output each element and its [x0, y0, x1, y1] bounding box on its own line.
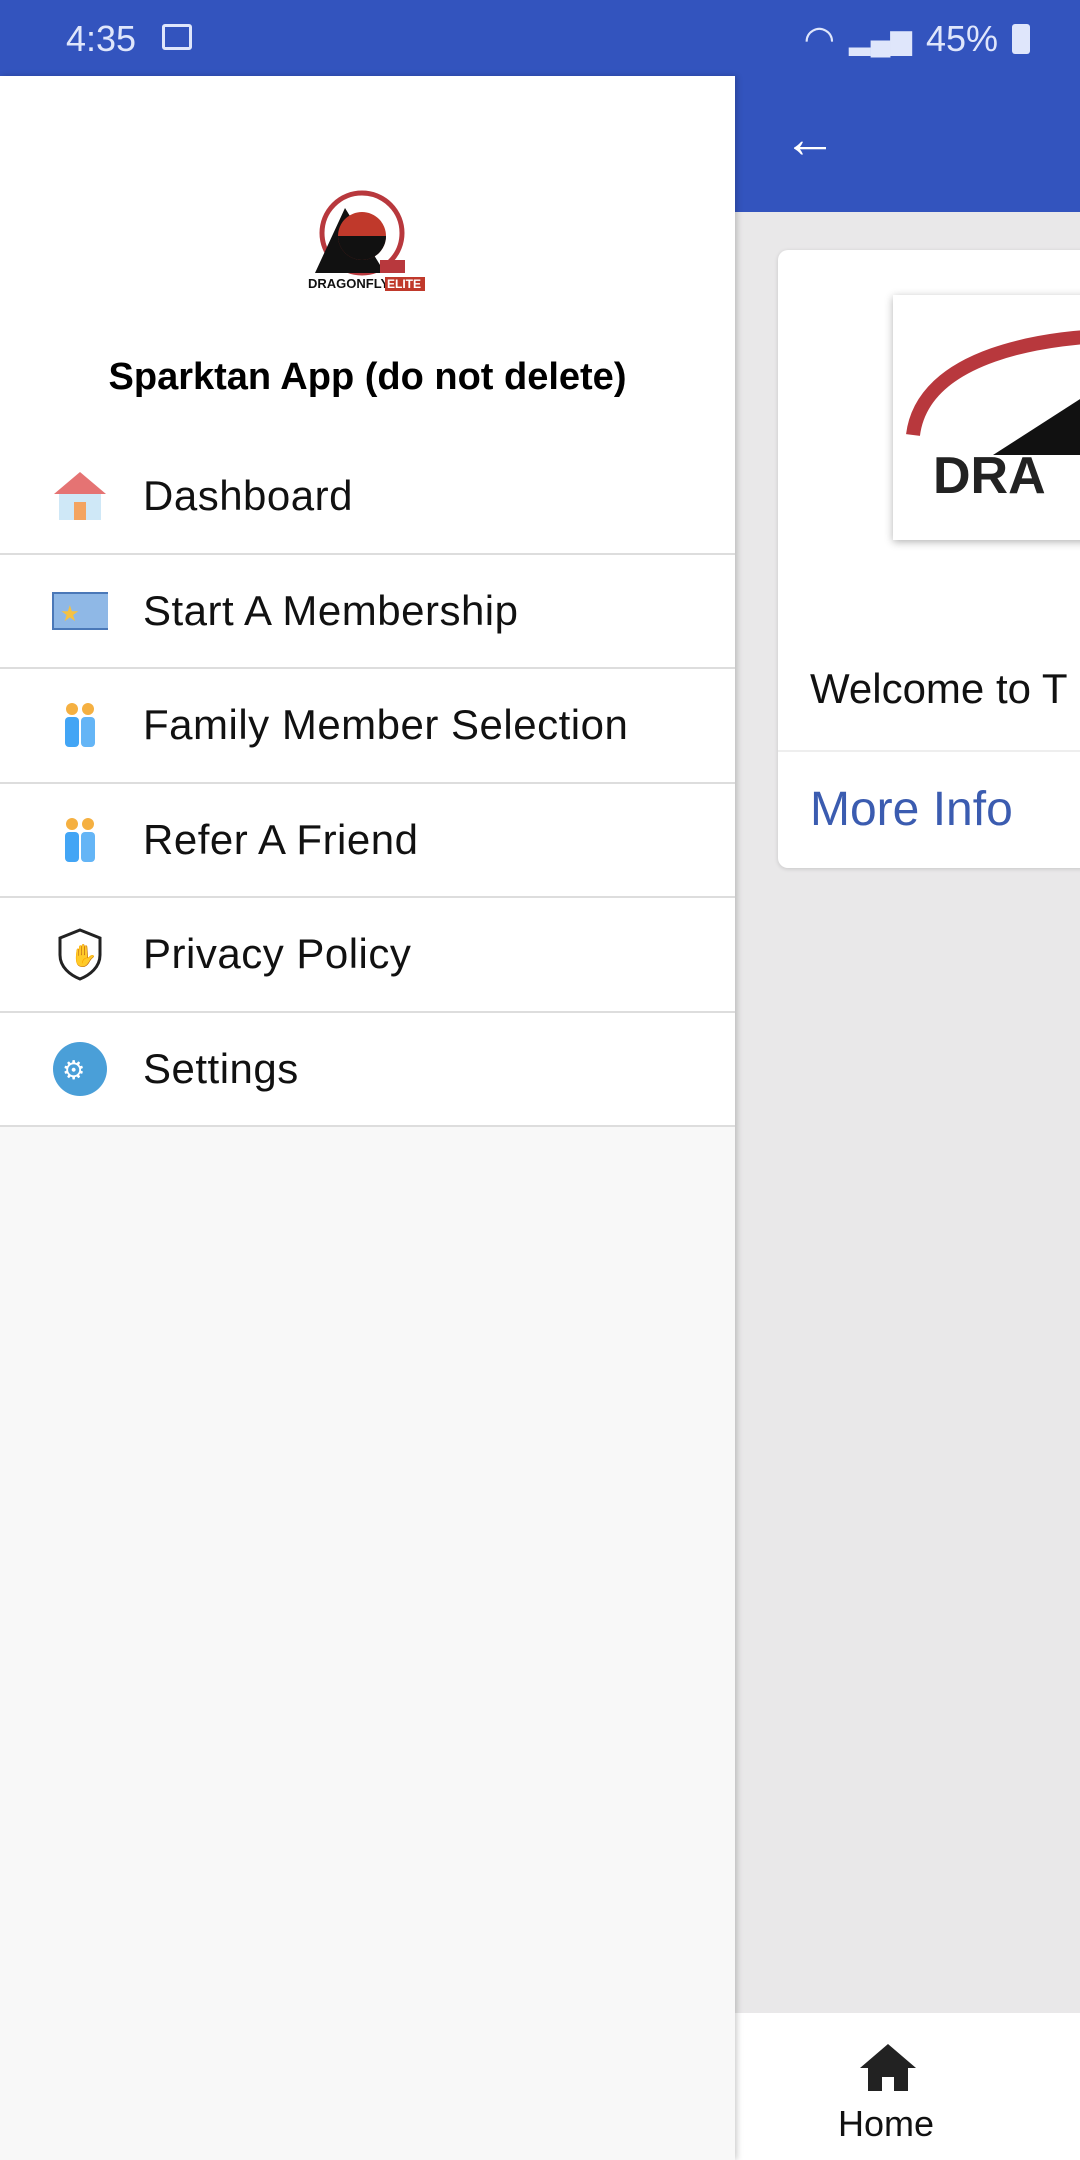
drawer-item-start-membership[interactable]: ★ Start A Membership: [0, 554, 735, 669]
svg-text:DRA: DRA: [933, 447, 1046, 505]
more-info-link[interactable]: More Info: [810, 782, 1013, 837]
drawer-item-label: Start A Membership: [143, 586, 519, 634]
house-icon: [52, 468, 108, 524]
membership-card-icon: ★: [52, 583, 108, 639]
status-bar: 4:35 ◠ ▂▄▆ 45%: [0, 0, 1080, 76]
status-time: 4:35: [66, 18, 137, 59]
navigation-drawer: DRAGONFLY ELITE Sparktan App (do not del…: [0, 76, 735, 2160]
drawer-item-family-member-selection[interactable]: Family Member Selection: [0, 669, 735, 784]
home-icon[interactable]: [857, 2041, 919, 2093]
back-arrow-icon[interactable]: ←: [783, 112, 837, 166]
drawer-item-label: Family Member Selection: [143, 701, 629, 749]
image-notification-icon: [162, 24, 192, 50]
drawer-item-label: Dashboard: [143, 472, 353, 520]
drawer-title: Sparktan App (do not delete): [108, 356, 627, 398]
svg-text:✋: ✋: [70, 943, 97, 968]
home-tab-label[interactable]: Home: [838, 2103, 934, 2145]
battery-icon: [1012, 24, 1030, 54]
family-icon: [52, 697, 108, 753]
app-bar: ←: [735, 76, 1080, 212]
bottom-nav: Home: [735, 2013, 1080, 2160]
card-logo-image: DRA: [893, 295, 1080, 540]
welcome-card: DRA Welcome to T More Info: [778, 250, 1080, 868]
drawer-item-refer-a-friend[interactable]: Refer A Friend: [0, 783, 735, 898]
drawer-item-settings[interactable]: ⚙ Settings: [0, 1012, 735, 1127]
gears-icon: ⚙: [52, 1041, 108, 1097]
dragonfly-logo-partial: DRA: [906, 330, 1080, 505]
shield-hand-icon: ✋: [52, 926, 108, 982]
signal-icon: ▂▄▆: [849, 23, 912, 55]
drawer-item-label: Refer A Friend: [143, 815, 419, 863]
drawer-item-label: Settings: [143, 1044, 299, 1092]
wifi-icon: ◠: [803, 18, 836, 59]
drawer-item-privacy-policy[interactable]: ✋ Privacy Policy: [0, 898, 735, 1013]
drawer-header: DRAGONFLY ELITE Sparktan App (do not del…: [0, 76, 735, 440]
welcome-text: Welcome to T: [810, 665, 1068, 712]
drawer-item-label: Privacy Policy: [143, 930, 412, 978]
svg-text:⚙: ⚙: [62, 1055, 85, 1085]
svg-text:DRAGONFLY: DRAGONFLY: [308, 276, 389, 291]
card-divider: [778, 750, 1080, 752]
drawer-item-dashboard[interactable]: Dashboard: [0, 440, 735, 555]
svg-text:★: ★: [60, 601, 80, 626]
svg-text:ELITE: ELITE: [387, 277, 421, 291]
friends-icon: [52, 812, 108, 868]
battery-percent: 45%: [925, 18, 998, 59]
dragonfly-elite-logo: DRAGONFLY ELITE: [308, 190, 425, 291]
